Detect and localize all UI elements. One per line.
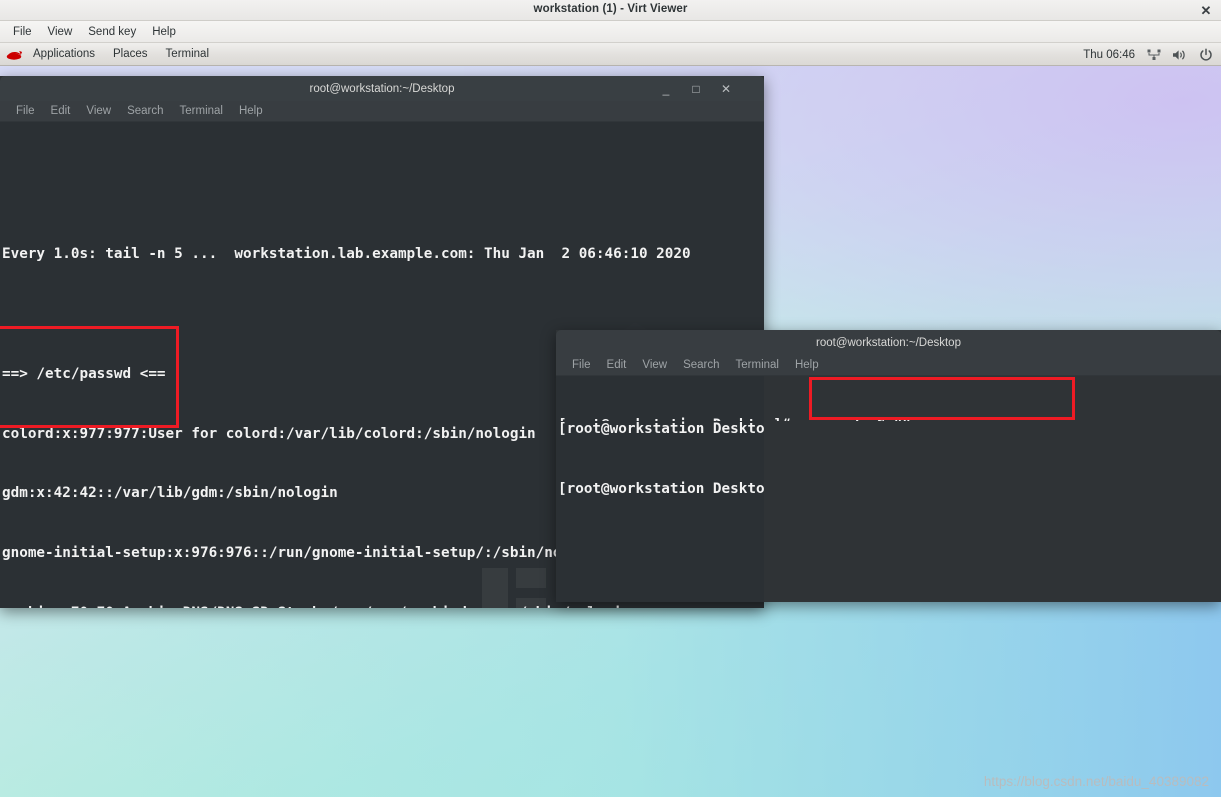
- terminal-line-prompt2: [root@workstation Desktop]#: [558, 480, 764, 500]
- terminal-main-title: root@workstation:~/Desktop: [309, 82, 455, 95]
- terminal-menu-file[interactable]: File: [564, 358, 599, 372]
- terminal-command-line: [root@workstation Desktop]# usermod -G "…: [558, 416, 1219, 421]
- screen-root: workstation (1) - Virt Viewer ✕ File Vie…: [0, 0, 1221, 797]
- panel-item-terminal[interactable]: Terminal: [157, 46, 218, 62]
- shell-prompt: [root@workstation Desktop]#: [558, 480, 764, 497]
- terminal-menu-help[interactable]: Help: [787, 358, 827, 372]
- menu-item-help[interactable]: Help: [144, 24, 184, 40]
- terminal-main-titlebar[interactable]: root@workstation:~/Desktop _ □ ✕: [0, 76, 764, 101]
- terminal-menu-edit[interactable]: Edit: [599, 358, 635, 372]
- terminal-main-menubar: File Edit View Search Terminal Help: [0, 101, 764, 122]
- menu-item-view[interactable]: View: [40, 24, 81, 40]
- power-icon[interactable]: [1198, 47, 1213, 62]
- decorative-watermark-logo: [482, 568, 546, 608]
- panel-item-places[interactable]: Places: [104, 46, 157, 62]
- virt-viewer-menubar: File View Send key Help: [0, 21, 1221, 43]
- terminal-menu-help[interactable]: Help: [231, 104, 271, 118]
- terminal-menu-view[interactable]: View: [78, 104, 119, 118]
- network-icon[interactable]: [1146, 47, 1161, 62]
- volume-icon[interactable]: [1172, 47, 1187, 62]
- terminal-menu-view[interactable]: View: [634, 358, 675, 372]
- shell-prompt-text: [root@workstation Desktop]#: [558, 417, 799, 421]
- menu-item-file[interactable]: File: [5, 24, 40, 40]
- terminal-window-second[interactable]: root@workstation:~/Desktop File Edit Vie…: [556, 330, 1221, 602]
- terminal-menu-edit[interactable]: Edit: [43, 104, 79, 118]
- close-icon[interactable]: ✕: [712, 76, 740, 101]
- redhat-logo-icon: [6, 48, 23, 61]
- terminal-menu-search[interactable]: Search: [675, 358, 727, 372]
- terminal-second-titlebar[interactable]: root@workstation:~/Desktop: [556, 330, 1221, 355]
- usermod-command-text: usermod -G "" jiajia: [799, 417, 971, 421]
- terminal-line: Every 1.0s: tail -n 5 ... workstation.la…: [2, 246, 691, 263]
- minimize-icon[interactable]: _: [652, 76, 680, 101]
- panel-clock[interactable]: Thu 06:46: [1083, 49, 1135, 61]
- window-title: workstation (1) - Virt Viewer: [533, 3, 688, 15]
- terminal-line-prompt1: [root@workstation Desktop]#: [558, 420, 764, 440]
- terminal-line: avahi:x:70:70:Avahi mDNS/DNS-SD Stack:/v…: [2, 604, 764, 608]
- terminal-menu-file[interactable]: File: [8, 104, 43, 118]
- menu-item-send-key[interactable]: Send key: [80, 24, 144, 40]
- terminal-menu-terminal[interactable]: Terminal: [728, 358, 787, 372]
- gnome-top-panel: Applications Places Terminal Thu 06:46: [0, 43, 1221, 66]
- shell-prompt: [root@workstation Desktop]#: [558, 420, 764, 437]
- terminal-second-text-overlay: [root@workstation Desktop]# usermod -G "…: [558, 376, 1219, 421]
- blog-watermark: https://blog.csdn.net/baidu_40389082: [983, 774, 1209, 789]
- maximize-icon[interactable]: □: [682, 76, 710, 101]
- terminal-menu-terminal[interactable]: Terminal: [172, 104, 231, 118]
- terminal-second-menubar: File Edit View Search Terminal Help: [556, 355, 1221, 376]
- panel-item-applications[interactable]: Applications: [24, 46, 104, 62]
- terminal-menu-search[interactable]: Search: [119, 104, 171, 118]
- close-icon[interactable]: ✕: [1197, 2, 1215, 19]
- terminal-second-title: root@workstation:~/Desktop: [816, 336, 961, 349]
- virt-viewer-titlebar: workstation (1) - Virt Viewer ✕: [0, 0, 1221, 21]
